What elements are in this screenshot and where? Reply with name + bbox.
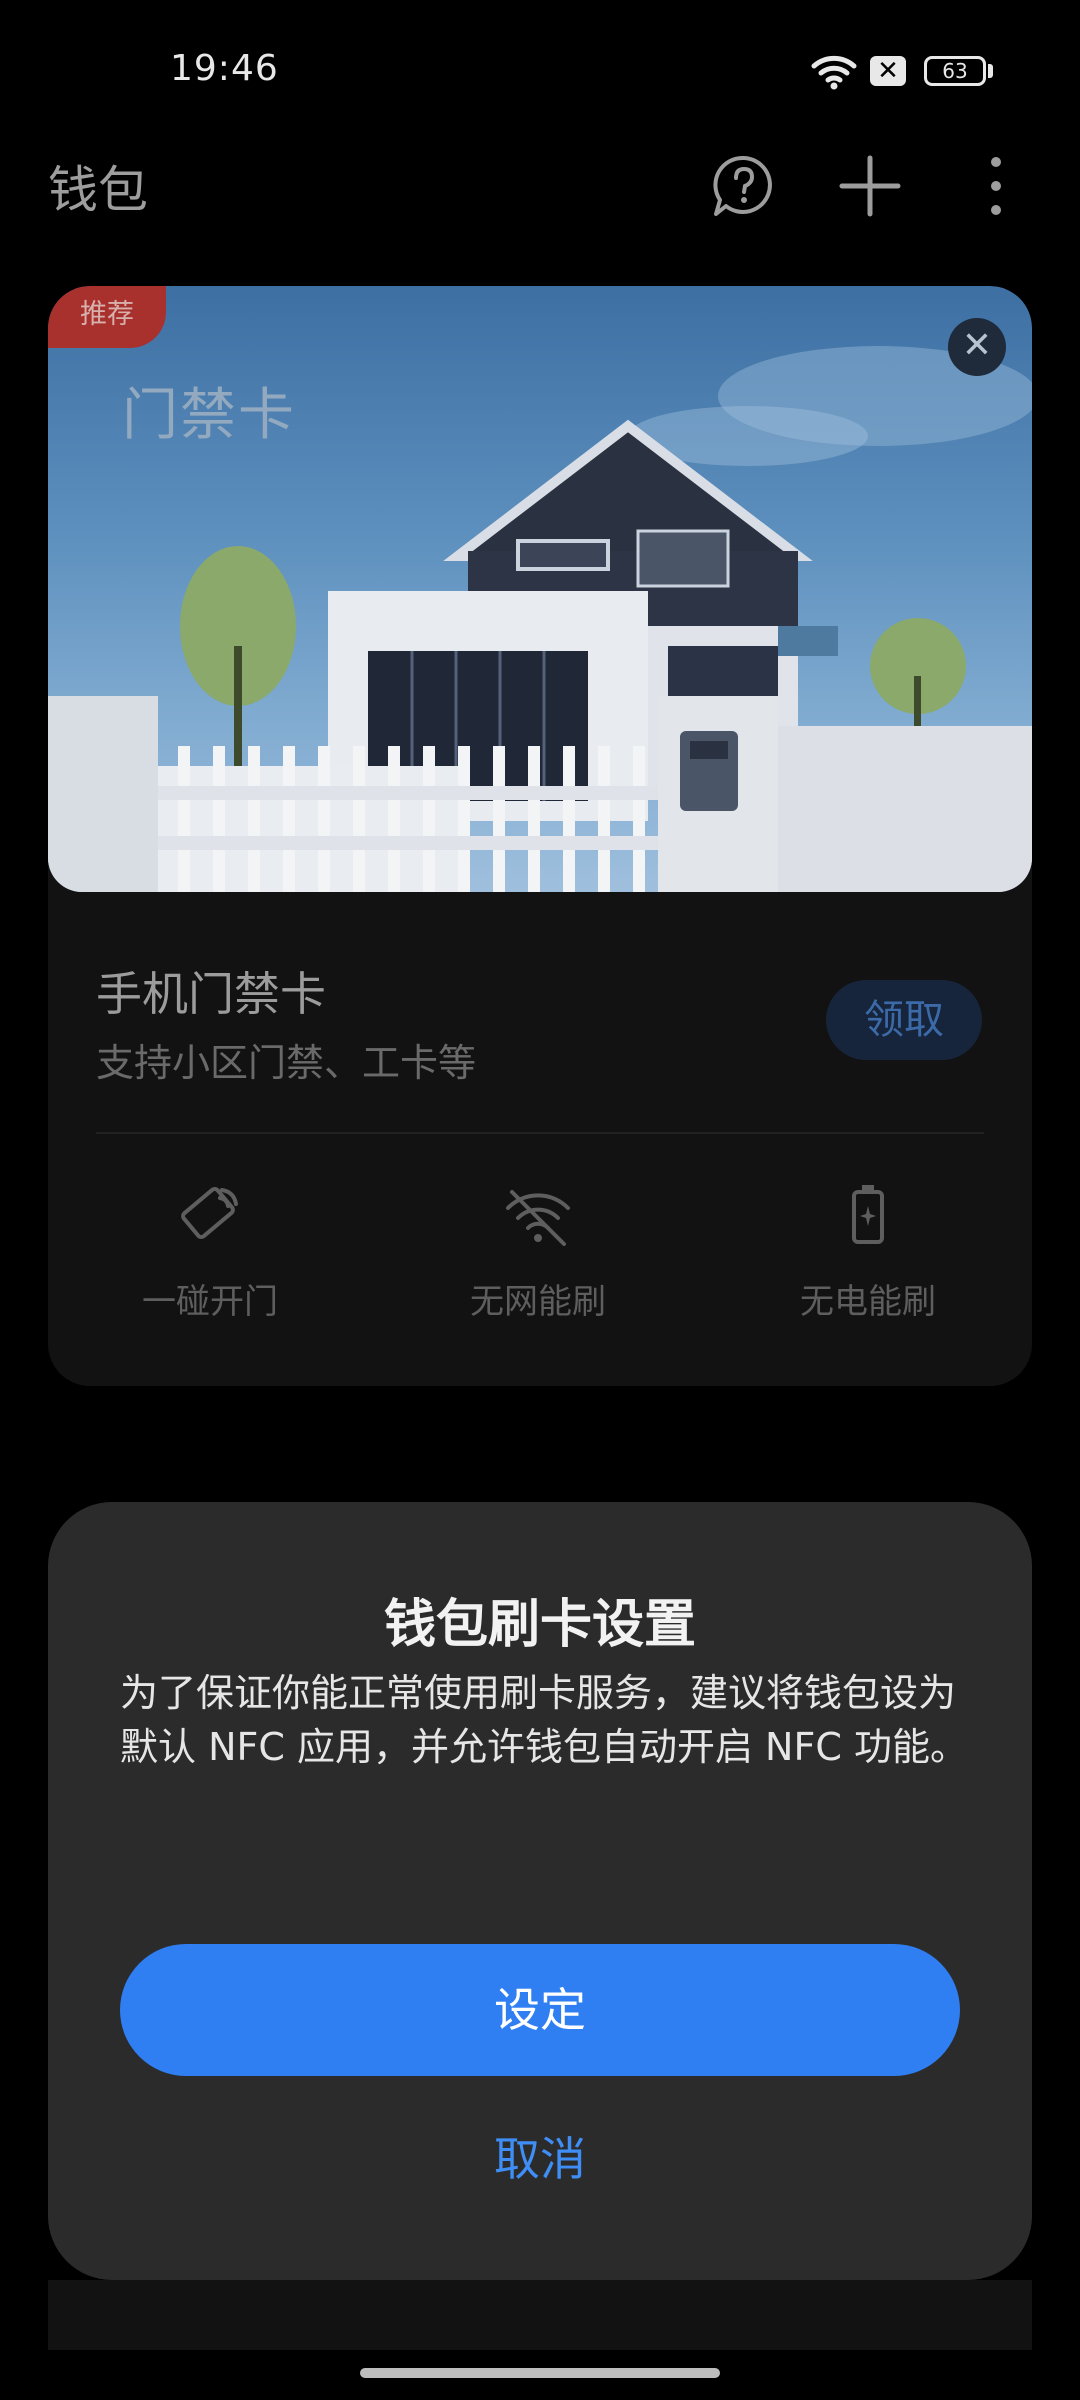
access-card-promo: 推荐 ✕ 门禁卡 手机门禁卡 支持小区门禁、工卡等 领取 一碰开门 无网能刷 无…: [48, 286, 1032, 1386]
hero-banner[interactable]: 推荐 ✕ 门禁卡: [48, 286, 1032, 892]
plus-icon[interactable]: [834, 150, 906, 222]
recommend-badge: 推荐: [48, 286, 166, 348]
battery-empty-icon: [852, 1185, 884, 1244]
feature-no-battery: 无电能刷: [748, 1176, 988, 1323]
feature-label: 无网能刷: [470, 1282, 606, 1322]
feature-label: 无电能刷: [800, 1282, 936, 1322]
status-time: 19:46: [170, 48, 279, 89]
help-icon[interactable]: [708, 150, 780, 222]
feature-no-network: 无网能刷: [418, 1176, 658, 1323]
battery-tip: [988, 64, 993, 78]
page-title: 钱包: [48, 161, 148, 219]
cancel-button[interactable]: 取消: [120, 2114, 960, 2204]
status-bar: 19:46 ✕ 63: [0, 0, 1080, 140]
nfc-tap-icon: [181, 1187, 238, 1239]
battery-icon: 63: [924, 56, 986, 86]
dialog-title: 钱包刷卡设置: [383, 1595, 696, 1655]
feature-tap-to-open: 一碰开门: [90, 1176, 330, 1323]
dialog-message: 为了保证你能正常使用刷卡服务，建议将钱包设为默认 NFC 应用，并允许钱包自动开…: [120, 1671, 968, 1769]
more-vert-icon[interactable]: [960, 150, 1032, 222]
hero-title: 门禁卡: [122, 383, 296, 448]
card-subtitle: 支持小区门禁、工卡等: [96, 1041, 477, 1085]
no-network-icon: [506, 1190, 570, 1246]
wifi-icon: [811, 55, 857, 90]
set-button[interactable]: 设定: [120, 1944, 960, 2076]
card-title: 手机门禁卡: [96, 967, 326, 1021]
nfc-settings-dialog: 钱包刷卡设置 为了保证你能正常使用刷卡服务，建议将钱包设为默认 NFC 应用，并…: [48, 1502, 1032, 2280]
close-icon[interactable]: ✕: [948, 318, 1006, 376]
claim-button[interactable]: 领取: [826, 980, 982, 1060]
feature-label: 一碰开门: [142, 1282, 278, 1322]
home-indicator[interactable]: [360, 2368, 720, 2378]
notification-icon: ✕: [870, 56, 906, 86]
divider: [96, 1132, 984, 1134]
background-card-peek: [48, 2280, 1032, 2350]
